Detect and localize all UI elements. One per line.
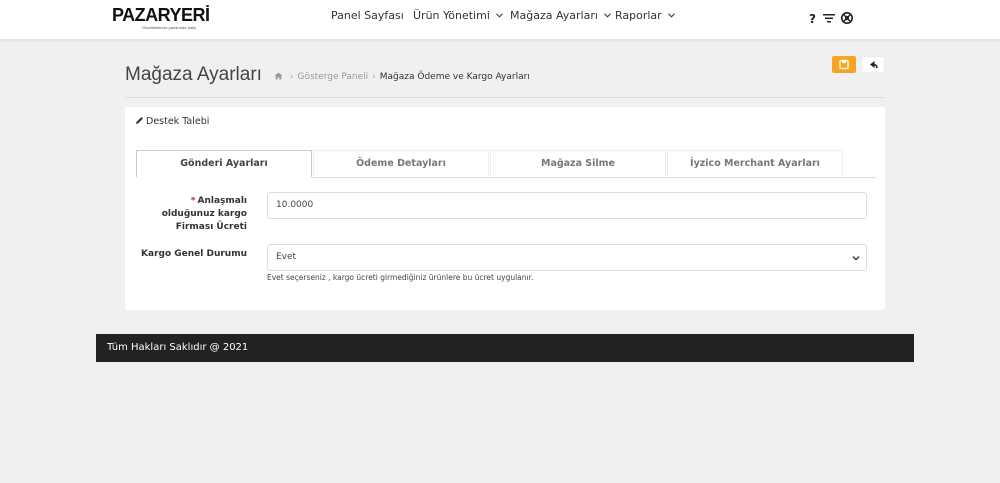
tab-payment-details[interactable]: Ödeme Detayları <box>313 150 489 176</box>
cargo-status-label: Kargo Genel Durumu <box>141 249 247 259</box>
footer-copyright: Tüm Hakları Saklıdır @ 2021 <box>107 342 249 353</box>
nav-item-label: Panel Sayfası <box>331 9 404 22</box>
nav-item-store-settings[interactable]: Mağaza Ayarları <box>510 9 612 23</box>
brand-name: PAZARYERİ <box>112 5 210 25</box>
chevron-down-icon <box>496 13 504 18</box>
globe-icon[interactable] <box>840 10 854 24</box>
save-button[interactable] <box>832 56 856 73</box>
cargo-status-value: Evet <box>276 252 297 262</box>
breadcrumb-current: Mağaza Ödeme ve Kargo Ayarları <box>379 72 530 82</box>
cargo-status-select[interactable]: Evet <box>267 244 867 271</box>
cargo-price-input[interactable]: 10.0000 <box>267 192 867 219</box>
footer: Tüm Hakları Saklıdır @ 2021 <box>96 334 914 362</box>
top-navbar: PAZARYERİ Güzellikleinize pazarında satı… <box>0 0 1000 40</box>
label-line: olduğunuz kargo <box>161 209 247 219</box>
chevron-down-icon <box>668 13 676 18</box>
chevron-down-icon <box>852 256 860 261</box>
support-request-link[interactable]: Destek Talebi <box>135 116 209 127</box>
page-title: Mağaza Ayarları <box>125 64 262 85</box>
cargo-status-help: Evet seçerseniz , kargo ücreti girmediği… <box>267 273 534 282</box>
nav-item-products[interactable]: Ürün Yönetimi <box>413 9 504 23</box>
cargo-price-value: 10.0000 <box>276 200 314 210</box>
top-icons: ? <box>806 10 856 26</box>
heading-divider <box>125 97 885 98</box>
svg-text:?: ? <box>809 12 816 25</box>
tab-shipping-settings[interactable]: Gönderi Ayarları <box>136 150 312 178</box>
home-icon[interactable] <box>274 72 283 80</box>
nav-item-panel[interactable]: Panel Sayfası <box>331 9 404 23</box>
cargo-price-label: * Anlaşmalı olduğunuz kargo Firması Ücret… <box>140 195 247 234</box>
brand-logo[interactable]: PAZARYERİ Güzellikleinize pazarında satı… <box>112 6 212 32</box>
settings-tabs: Gönderi Ayarları Ödeme Detayları Mağaza … <box>136 150 876 178</box>
save-icon <box>839 59 849 70</box>
tab-iyzico-merchant[interactable]: İyzico Merchant Ayarları <box>667 150 843 176</box>
reply-icon <box>870 61 878 69</box>
back-button[interactable] <box>861 56 885 73</box>
breadcrumb: › Gösterge Paneli › Mağaza Ödeme ve Kargo A… <box>274 72 530 82</box>
filter-icon[interactable] <box>822 10 836 24</box>
label-line: Firması Ücreti <box>175 222 247 232</box>
nav-item-reports[interactable]: Raporlar <box>615 9 676 23</box>
support-request-label: Destek Talebi <box>146 116 210 127</box>
help-icon[interactable]: ? <box>806 10 820 26</box>
pencil-icon <box>136 117 143 124</box>
nav-item-label: Raporlar <box>615 9 662 22</box>
nav-item-label: Mağaza Ayarları <box>510 9 598 22</box>
tab-store-delete[interactable]: Mağaza Silme <box>490 150 666 176</box>
breadcrumb-link-dashboard[interactable]: Gösterge Paneli <box>297 72 368 82</box>
label-line: Anlaşmalı <box>197 196 247 206</box>
breadcrumb-separator: › <box>289 72 294 82</box>
settings-card: Destek Talebi Gönderi Ayarları Ödeme Det… <box>125 107 885 310</box>
required-marker: * <box>190 196 196 206</box>
brand-tagline: Güzellikleinize pazarında satış <box>142 25 197 30</box>
breadcrumb-separator: › <box>372 72 376 82</box>
nav-item-label: Ürün Yönetimi <box>413 9 490 22</box>
chevron-down-icon <box>604 13 612 18</box>
